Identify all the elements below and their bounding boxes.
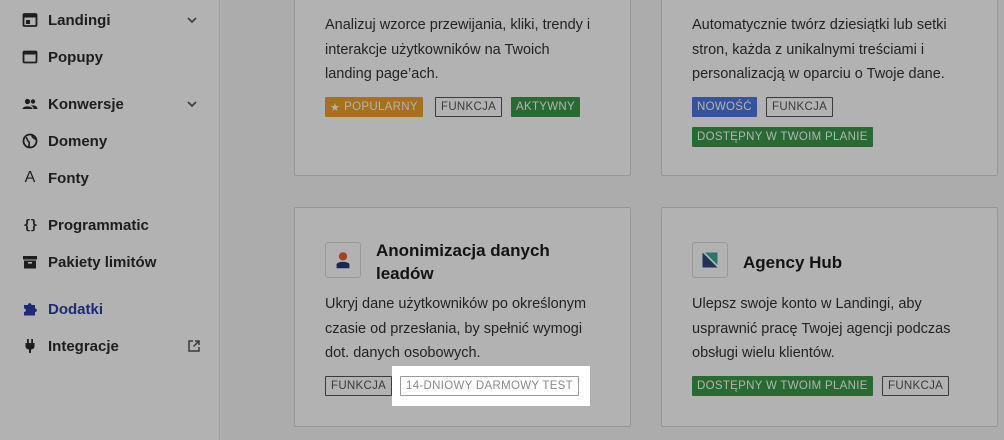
card-title: Agency Hub: [743, 253, 843, 272]
free-trial-badge[interactable]: 14-DNIOWY DARMOWY TEST: [400, 376, 579, 396]
users-icon: [22, 96, 38, 112]
agency-hub-logo: [692, 242, 728, 278]
desc-line: Automatycznie twórz dziesiątki lub setki: [692, 17, 947, 33]
card-title: Anonimizacja danych leadów: [376, 239, 616, 285]
desc-line: czasie od przesłania, by spełnić wymogi: [325, 320, 583, 337]
desc-line: dot. danych osobowych.: [325, 345, 481, 361]
font-icon: A: [24, 169, 36, 186]
sidebar-item-label: Dodatki: [48, 300, 104, 318]
sidebar-item-dodatki[interactable]: Dodatki: [0, 292, 220, 326]
landing-icon: [22, 12, 38, 28]
sidebar-item-pakiety-limitow[interactable]: Pakiety limitów: [0, 245, 220, 279]
desc-line: usprawnić pracę Twojej agencji podczas: [692, 320, 951, 337]
sidebar-item-programmatic[interactable]: {} Programmatic: [0, 208, 220, 242]
external-link-icon[interactable]: [187, 339, 201, 353]
desc-line: obsługi wielu klientów.: [692, 345, 835, 361]
sidebar-item-label: Landingi: [48, 11, 111, 29]
package-icon: [22, 254, 38, 270]
tour-spotlight: 14-DNIOWY DARMOWY TEST: [392, 366, 590, 406]
feature-badge: FUNKCJA: [325, 376, 393, 396]
title-line: Anonimizacja danych: [376, 241, 550, 260]
new-badge: NOWOŚĆ: [692, 97, 757, 117]
feature-badge: FUNKCJA: [882, 376, 950, 396]
card-description: Analizuj wzorce przewijania, kliki, tren…: [325, 13, 625, 87]
sidebar-item-integracje[interactable]: Integracje: [0, 329, 220, 363]
sidebar-item-label: Konwersje: [48, 95, 124, 113]
title-line: leadów: [376, 264, 434, 283]
chevron-down-icon[interactable]: [186, 98, 198, 110]
sidebar: Landingi Popupy Konwersje Domeny A Fonty…: [0, 0, 220, 440]
sidebar-item-konwersje[interactable]: Konwersje: [0, 87, 220, 121]
globe-icon: [22, 133, 38, 149]
anonymization-logo: [325, 242, 361, 278]
person-icon: [336, 252, 350, 269]
card-description: Automatycznie twórz dziesiątki lub setki…: [692, 13, 992, 87]
desc-line: interakcje użytkowników na Twoich: [325, 41, 550, 58]
desc-line: personalizacją w oparciu o Twoje dane.: [692, 66, 945, 82]
agency-hub-icon: [702, 252, 718, 268]
sidebar-item-domeny[interactable]: Domeny: [0, 124, 220, 158]
desc-line: Ukryj dane użytkowników po określonym: [325, 296, 587, 312]
braces-icon: {}: [23, 217, 38, 233]
puzzle-icon: [22, 301, 38, 317]
sidebar-item-popupy[interactable]: Popupy: [0, 40, 220, 74]
feature-badge: FUNKCJA: [435, 97, 503, 117]
sidebar-item-landingi[interactable]: Landingi: [0, 3, 220, 37]
desc-line: Analizuj wzorce przewijania, kliki, tren…: [325, 17, 591, 33]
sidebar-item-fonty[interactable]: A Fonty: [0, 161, 220, 195]
sidebar-item-label: Domeny: [48, 132, 108, 150]
plug-icon: [22, 338, 38, 354]
desc-line: landing page’ach.: [325, 66, 439, 82]
star-icon: ★: [330, 101, 341, 114]
desc-line: stron, każda z unikalnymi treściami i: [692, 41, 925, 58]
sidebar-item-label: Pakiety limitów: [48, 253, 157, 271]
available-in-plan-badge: DOSTĘPNY W TWOIM PLANIE: [692, 127, 873, 147]
popup-icon: [22, 49, 38, 65]
active-badge: AKTYWNY: [511, 97, 580, 117]
chevron-down-icon[interactable]: [186, 14, 198, 26]
badge-label: POPULARNY: [344, 101, 418, 113]
popular-badge: ★ POPULARNY: [325, 97, 423, 117]
sidebar-item-label: Integracje: [48, 337, 119, 355]
sidebar-item-label: Fonty: [48, 169, 89, 187]
sidebar-item-label: Programmatic: [48, 216, 149, 234]
available-in-plan-badge: DOSTĘPNY W TWOIM PLANIE: [692, 376, 873, 396]
card-description: Ukryj dane użytkowników po określonym cz…: [325, 292, 625, 366]
addon-card-programmatic[interactable]: Automatycznie twórz dziesiątki lub setki…: [661, 0, 998, 176]
desc-line: Ulepsz swoje konto w Landingi, aby: [692, 296, 922, 312]
sidebar-item-label: Popupy: [48, 48, 103, 66]
card-description: Ulepsz swoje konto w Landingi, aby uspra…: [692, 292, 992, 366]
addon-card-heatmaps[interactable]: Analizuj wzorce przewijania, kliki, tren…: [294, 0, 631, 176]
addon-card-agency-hub[interactable]: Agency Hub Ulepsz swoje konto w Landingi…: [661, 207, 998, 427]
feature-badge: FUNKCJA: [766, 97, 834, 117]
